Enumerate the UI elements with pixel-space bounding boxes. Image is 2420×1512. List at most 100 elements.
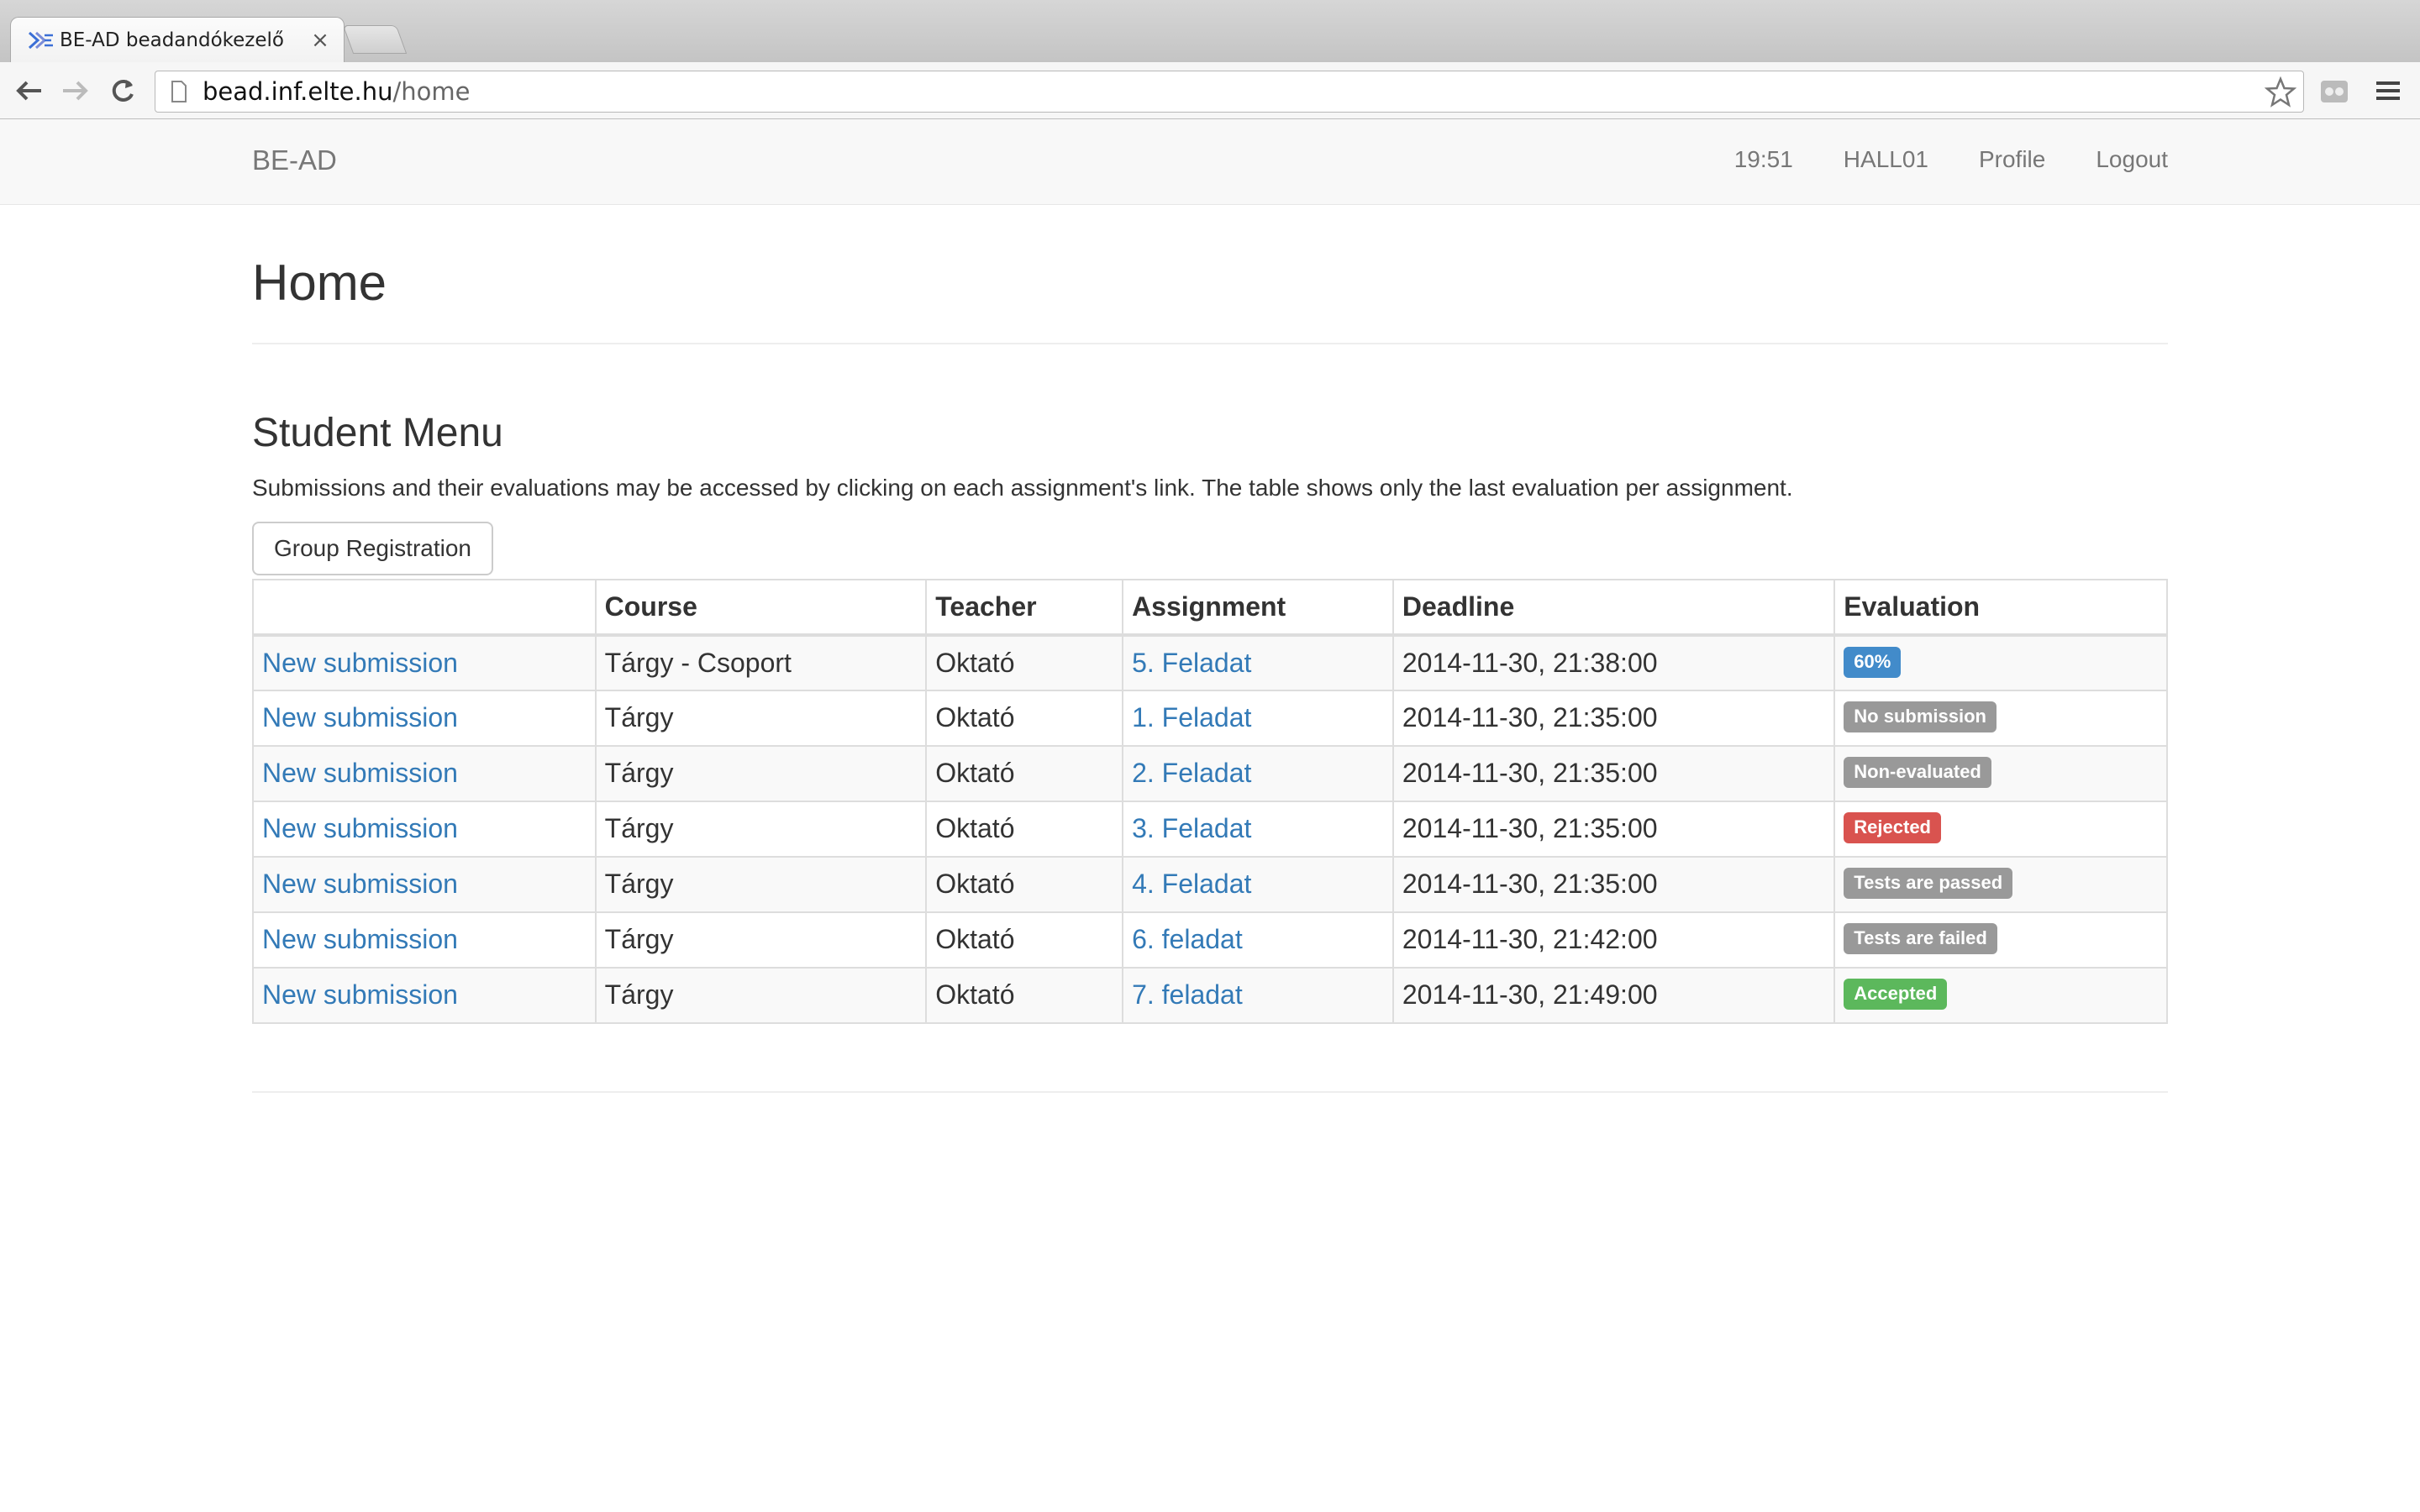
brand-link[interactable]: BE-AD bbox=[252, 144, 337, 176]
teacher-cell: Oktató bbox=[925, 689, 1124, 747]
address-bar[interactable]: bead.inf.elte.hu/home bbox=[155, 71, 2304, 113]
assignment-cell: 3. Feladat bbox=[1122, 800, 1394, 858]
new-submission-link[interactable]: New submission bbox=[262, 758, 458, 788]
header-cell bbox=[252, 578, 597, 637]
course-cell: Tárgy bbox=[594, 855, 928, 913]
new-submission-link[interactable]: New submission bbox=[262, 979, 458, 1010]
evaluation-badge: 60% bbox=[1844, 646, 1902, 678]
course-cell: Tárgy bbox=[594, 911, 928, 969]
clock-text: 19:51 bbox=[1733, 146, 1793, 172]
assignment-link[interactable]: 6. feladat bbox=[1132, 924, 1243, 954]
teacher-cell: Oktató bbox=[925, 633, 1124, 691]
assignment-cell: 2. Feladat bbox=[1122, 744, 1394, 802]
table-row: New submission Tárgy Oktató 7. feladat 2… bbox=[252, 966, 2168, 1024]
new-submission-cell: New submission bbox=[252, 744, 597, 802]
new-submission-cell: New submission bbox=[252, 633, 597, 691]
header-teacher: Teacher bbox=[925, 578, 1124, 637]
assignment-link[interactable]: 3. Feladat bbox=[1132, 813, 1251, 843]
assignment-link[interactable]: 2. Feladat bbox=[1132, 758, 1251, 788]
star-icon[interactable] bbox=[2264, 76, 2297, 108]
evaluation-badge: Tests are failed bbox=[1844, 923, 1997, 955]
table-row: New submission Tárgy Oktató 3. Feladat 2… bbox=[252, 800, 2168, 858]
header-course: Course bbox=[594, 578, 928, 637]
divider bbox=[252, 343, 2168, 344]
table-row: New submission Tárgy - Csoport Oktató 5.… bbox=[252, 633, 2168, 691]
new-submission-link[interactable]: New submission bbox=[262, 924, 458, 954]
assignment-cell: 1. Feladat bbox=[1122, 689, 1394, 747]
teacher-cell: Oktató bbox=[925, 966, 1124, 1024]
new-submission-link[interactable]: New submission bbox=[262, 648, 458, 678]
back-arrow-icon[interactable] bbox=[12, 74, 45, 108]
teacher-cell: Oktató bbox=[925, 855, 1124, 913]
new-tab-button[interactable] bbox=[342, 25, 408, 54]
profile-link[interactable]: Profile bbox=[1979, 146, 2045, 173]
course-cell: Tárgy bbox=[594, 966, 928, 1024]
tab-title: BE-AD beadandókezelő bbox=[60, 29, 284, 51]
new-submission-cell: New submission bbox=[252, 855, 597, 913]
course-cell: Tárgy bbox=[594, 689, 928, 747]
new-submission-cell: New submission bbox=[252, 911, 597, 969]
new-submission-link[interactable]: New submission bbox=[262, 869, 458, 899]
evaluation-badge: Non-evaluated bbox=[1844, 757, 1991, 789]
deadline-cell: 2014-11-30, 21:35:00 bbox=[1392, 855, 1836, 913]
extension-icon[interactable] bbox=[2319, 76, 2349, 106]
teacher-cell: Oktató bbox=[925, 800, 1124, 858]
group-registration-button[interactable]: Group Registration bbox=[252, 521, 494, 575]
user-link[interactable]: HALL01 bbox=[1844, 146, 1928, 173]
assignment-link[interactable]: 4. Feladat bbox=[1132, 869, 1251, 899]
browser-tabstrip: BE-AD beadandókezelő × bbox=[0, 0, 2420, 62]
new-submission-cell: New submission bbox=[252, 966, 597, 1024]
evaluation-cell: Tests are passed bbox=[1833, 855, 2168, 913]
evaluation-cell: 60% bbox=[1833, 633, 2168, 691]
header-deadline: Deadline bbox=[1392, 578, 1836, 637]
url-path: /home bbox=[392, 77, 471, 106]
browser-tab[interactable]: BE-AD beadandókezelő × bbox=[10, 17, 345, 62]
favicon-icon bbox=[28, 31, 55, 50]
new-submission-link[interactable]: New submission bbox=[262, 702, 458, 732]
browser-toolbar: bead.inf.elte.hu/home bbox=[0, 62, 2420, 119]
evaluation-badge: Tests are passed bbox=[1844, 868, 2013, 900]
evaluation-cell: Non-evaluated bbox=[1833, 744, 2168, 802]
new-submission-cell: New submission bbox=[252, 800, 597, 858]
deadline-cell: 2014-11-30, 21:35:00 bbox=[1392, 689, 1836, 747]
assignment-link[interactable]: 5. Feladat bbox=[1132, 648, 1251, 678]
deadline-cell: 2014-11-30, 21:35:00 bbox=[1392, 744, 1836, 802]
forward-arrow-icon[interactable] bbox=[59, 74, 92, 108]
deadline-cell: 2014-11-30, 21:42:00 bbox=[1392, 911, 1836, 969]
tab-close-icon[interactable]: × bbox=[310, 28, 330, 53]
assignment-cell: 5. Feladat bbox=[1122, 633, 1394, 691]
page-icon bbox=[171, 81, 187, 102]
evaluation-badge: No submission bbox=[1844, 701, 1996, 733]
assignment-cell: 6. feladat bbox=[1122, 911, 1394, 969]
assignment-cell: 4. Feladat bbox=[1122, 855, 1394, 913]
page-title: Home bbox=[252, 255, 387, 311]
main-content: Home Student Menu Submissions and their … bbox=[252, 205, 2168, 1093]
evaluation-cell: No submission bbox=[1833, 689, 2168, 747]
course-cell: Tárgy - Csoport bbox=[594, 633, 928, 691]
assignment-link[interactable]: 1. Feladat bbox=[1132, 702, 1251, 732]
header-assignment: Assignment bbox=[1122, 578, 1394, 637]
course-cell: Tárgy bbox=[594, 800, 928, 858]
assignments-table: Course Teacher Assignment Deadline Evalu… bbox=[252, 578, 2168, 1024]
table-row: New submission Tárgy Oktató 1. Feladat 2… bbox=[252, 689, 2168, 747]
assignment-link[interactable]: 7. feladat bbox=[1132, 979, 1243, 1010]
table-row: New submission Tárgy Oktató 4. Feladat 2… bbox=[252, 855, 2168, 913]
reload-icon[interactable] bbox=[106, 74, 139, 108]
teacher-cell: Oktató bbox=[925, 911, 1124, 969]
evaluation-badge: Rejected bbox=[1844, 812, 1941, 844]
evaluation-cell: Accepted bbox=[1833, 966, 2168, 1024]
evaluation-cell: Rejected bbox=[1833, 800, 2168, 858]
header-evaluation: Evaluation bbox=[1833, 578, 2168, 637]
new-submission-cell: New submission bbox=[252, 689, 597, 747]
menu-icon[interactable] bbox=[2373, 76, 2403, 106]
logout-link[interactable]: Logout bbox=[2096, 146, 2168, 173]
course-cell: Tárgy bbox=[594, 744, 928, 802]
table-row: New submission Tárgy Oktató 2. Feladat 2… bbox=[252, 744, 2168, 802]
deadline-cell: 2014-11-30, 21:49:00 bbox=[1392, 966, 1836, 1024]
deadline-cell: 2014-11-30, 21:35:00 bbox=[1392, 800, 1836, 858]
footer-divider bbox=[252, 1090, 2168, 1093]
new-submission-link[interactable]: New submission bbox=[262, 813, 458, 843]
navbar-links: 19:51 HALL01 Profile Logout bbox=[1684, 146, 2168, 173]
evaluation-cell: Tests are failed bbox=[1833, 911, 2168, 969]
evaluation-badge: Accepted bbox=[1844, 979, 1948, 1011]
